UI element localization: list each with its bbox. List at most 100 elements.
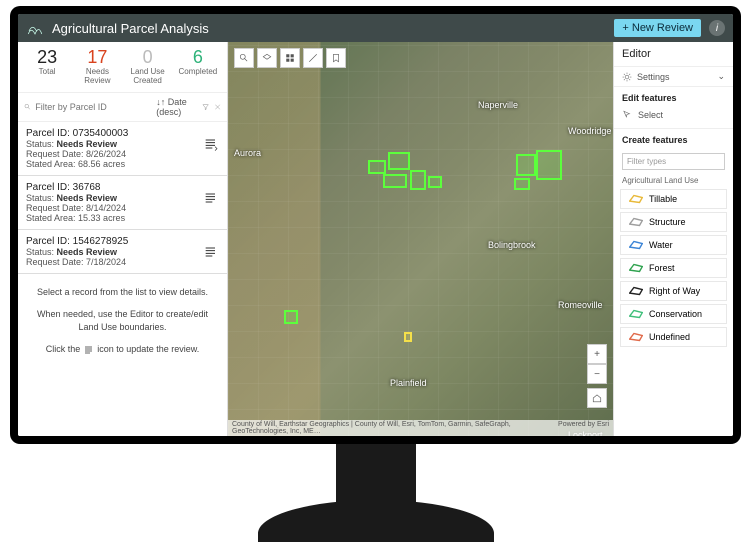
parcel-card[interactable]: Parcel ID: 0735400003 Status: Needs Revi… bbox=[18, 122, 227, 176]
map-canvas[interactable]: Naperville Aurora Woodridge Bolingbrook … bbox=[228, 42, 613, 436]
map-toolbar bbox=[234, 48, 346, 68]
stat-completed: 6 Completed bbox=[173, 48, 223, 86]
feature-label: Conservation bbox=[649, 309, 702, 319]
map-attribution: County of Will, Earthstar Geographics | … bbox=[228, 420, 613, 436]
home-button[interactable] bbox=[587, 388, 607, 408]
filter-types-input[interactable]: Filter types bbox=[622, 153, 725, 170]
editor-title: Editor bbox=[614, 42, 733, 67]
parcel-area: Stated Area: 68.56 acres bbox=[26, 159, 219, 169]
map-bookmark-button[interactable] bbox=[326, 48, 346, 68]
select-tool[interactable]: Select bbox=[614, 107, 733, 129]
sort-toggle[interactable]: ↓↑ Date (desc) bbox=[156, 97, 198, 117]
map-parcel bbox=[536, 150, 562, 180]
feature-type-tillable[interactable]: Tillable bbox=[620, 189, 727, 209]
clear-icon[interactable] bbox=[214, 102, 221, 112]
map-label: Naperville bbox=[478, 100, 518, 110]
monitor-stand-base bbox=[258, 500, 494, 542]
map-search-button[interactable] bbox=[234, 48, 254, 68]
review-icon[interactable] bbox=[203, 244, 219, 260]
gear-icon bbox=[622, 72, 632, 82]
stat-label: Completed bbox=[173, 68, 223, 77]
map-basemap-button[interactable] bbox=[280, 48, 300, 68]
create-features-label: Create features bbox=[614, 129, 733, 149]
app-title: Agricultural Parcel Analysis bbox=[52, 21, 606, 36]
info-line: Click the icon to update the review. bbox=[34, 343, 211, 356]
stat-total: 23 Total bbox=[22, 48, 72, 86]
parcel-status: Status: Needs Review bbox=[26, 247, 219, 257]
review-icon bbox=[83, 344, 95, 356]
monitor-stand-neck bbox=[336, 444, 416, 504]
edit-features-label: Edit features bbox=[614, 87, 733, 107]
parcel-status: Status: Needs Review bbox=[26, 193, 219, 203]
info-line: When needed, use the Editor to create/ed… bbox=[34, 308, 211, 333]
feature-label: Forest bbox=[649, 263, 675, 273]
zoom-out-button[interactable]: − bbox=[587, 364, 607, 384]
content-area: 23 Total 17 Needs Review 0 Land Use Crea… bbox=[18, 42, 733, 436]
feature-type-undefined[interactable]: Undefined bbox=[620, 327, 727, 347]
monitor-frame: Agricultural Parcel Analysis + New Revie… bbox=[10, 6, 741, 444]
filter-icon[interactable] bbox=[202, 102, 209, 112]
map-label: Romeoville bbox=[558, 300, 603, 310]
feature-type-structure[interactable]: Structure bbox=[620, 212, 727, 232]
chevron-down-icon: ⌄ bbox=[717, 71, 725, 82]
parcel-card[interactable]: Parcel ID: 36768 Status: Needs Review Re… bbox=[18, 176, 227, 230]
map-parcel bbox=[284, 310, 298, 324]
feature-label: Right of Way bbox=[649, 286, 700, 296]
editor-settings[interactable]: Settings ⌄ bbox=[614, 67, 733, 87]
feature-type-conservation[interactable]: Conservation bbox=[620, 304, 727, 324]
review-icon[interactable] bbox=[203, 190, 219, 206]
new-review-button[interactable]: + New Review bbox=[614, 19, 701, 37]
map-parcel bbox=[368, 160, 386, 174]
feature-label: Structure bbox=[649, 217, 686, 227]
left-panel: 23 Total 17 Needs Review 0 Land Use Crea… bbox=[18, 42, 228, 436]
map-label: Plainfield bbox=[390, 378, 427, 388]
stats-row: 23 Total 17 Needs Review 0 Land Use Crea… bbox=[18, 42, 227, 93]
feature-type-forest[interactable]: Forest bbox=[620, 258, 727, 278]
parcel-date: Request Date: 8/26/2024 bbox=[26, 149, 219, 159]
app-screen: Agricultural Parcel Analysis + New Revie… bbox=[18, 14, 733, 436]
polygon-icon bbox=[629, 217, 643, 227]
parcel-date: Request Date: 8/14/2024 bbox=[26, 203, 219, 213]
zoom-in-button[interactable]: + bbox=[587, 344, 607, 364]
powered-by: Powered by Esri bbox=[558, 421, 609, 435]
filter-bar: ↓↑ Date (desc) bbox=[18, 93, 227, 122]
parcel-date: Request Date: 7/18/2024 bbox=[26, 257, 219, 267]
polygon-icon bbox=[629, 240, 643, 250]
parcel-id: Parcel ID: 36768 bbox=[26, 182, 219, 193]
attribution-text: County of Will, Earthstar Geographics | … bbox=[232, 421, 558, 435]
polygon-icon bbox=[629, 263, 643, 273]
cursor-icon bbox=[622, 110, 632, 120]
stat-value: 17 bbox=[72, 48, 122, 66]
category-label: Agricultural Land Use bbox=[614, 174, 733, 189]
map-zoom-controls: + − bbox=[587, 344, 607, 408]
feature-type-water[interactable]: Water bbox=[620, 235, 727, 255]
parcel-area: Stated Area: 15.33 acres bbox=[26, 213, 219, 223]
parcel-list: Parcel ID: 0735400003 Status: Needs Revi… bbox=[18, 122, 227, 274]
polygon-icon bbox=[629, 309, 643, 319]
filter-input[interactable] bbox=[35, 102, 152, 112]
stat-label: Land Use Created bbox=[123, 68, 173, 86]
map-label: Aurora bbox=[234, 148, 261, 158]
review-icon[interactable] bbox=[203, 136, 219, 152]
stat-land-use: 0 Land Use Created bbox=[123, 48, 173, 86]
parcel-card[interactable]: Parcel ID: 1546278925 Status: Needs Revi… bbox=[18, 230, 227, 274]
map-layers-button[interactable] bbox=[257, 48, 277, 68]
info-text: Select a record from the list to view de… bbox=[18, 274, 227, 378]
feature-type-row[interactable]: Right of Way bbox=[620, 281, 727, 301]
polygon-icon bbox=[629, 286, 643, 296]
map-parcel bbox=[388, 152, 410, 170]
parcel-status: Status: Needs Review bbox=[26, 139, 219, 149]
info-line: Select a record from the list to view de… bbox=[34, 286, 211, 299]
search-icon bbox=[24, 102, 31, 112]
map-parcel bbox=[404, 332, 412, 342]
polygon-icon bbox=[629, 194, 643, 204]
map-label: Bolingbrook bbox=[488, 240, 536, 250]
stat-needs-review: 17 Needs Review bbox=[72, 48, 122, 86]
map-parcel bbox=[428, 176, 442, 188]
map-measure-button[interactable] bbox=[303, 48, 323, 68]
stat-label: Needs Review bbox=[72, 68, 122, 86]
feature-label: Water bbox=[649, 240, 673, 250]
parcel-id: Parcel ID: 1546278925 bbox=[26, 236, 219, 247]
info-icon[interactable]: i bbox=[709, 20, 725, 36]
app-logo-icon bbox=[26, 19, 44, 37]
